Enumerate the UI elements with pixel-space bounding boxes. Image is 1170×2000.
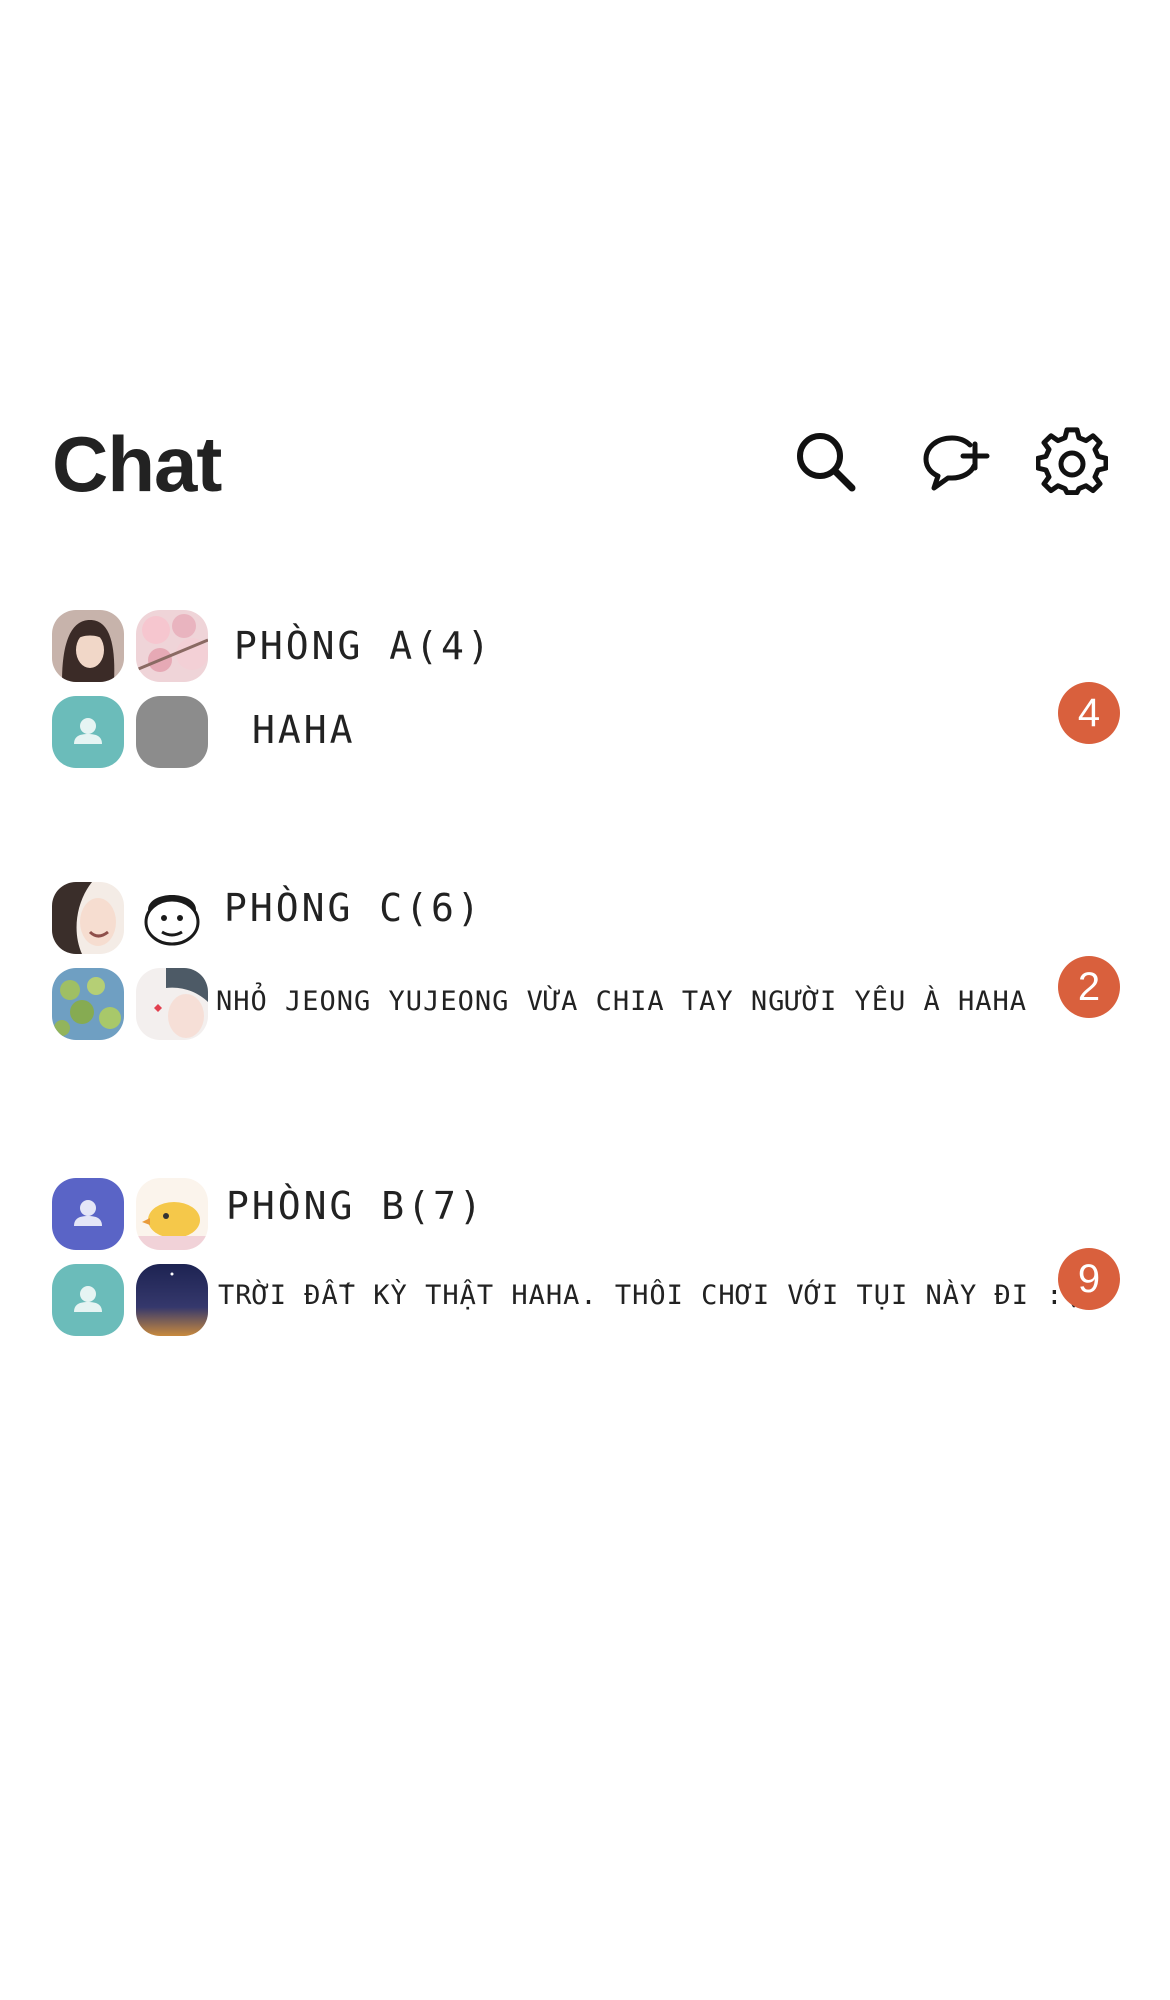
avatar-cartoon-face xyxy=(136,882,208,954)
avatar-night-sky xyxy=(136,1264,208,1336)
room-name: PHÒNG C(6) xyxy=(224,886,483,930)
page-title: Chat xyxy=(52,420,222,508)
avatar-smiling-girl xyxy=(52,882,124,954)
avatar-cherry-blossom xyxy=(136,610,208,682)
new-chat-icon[interactable] xyxy=(918,426,990,498)
avatar-default-user-indigo xyxy=(52,1178,124,1250)
chat-room-b[interactable]: PHÒNG B(7) TRỜI ĐẤT KỲ THẬT HAHA. THÔI C… xyxy=(40,1168,1130,1338)
avatar-default-user-teal xyxy=(52,696,124,768)
avatar-green-leaves xyxy=(52,968,124,1040)
avatar-default-user-teal xyxy=(52,1264,124,1336)
unread-badge: 4 xyxy=(1058,682,1120,744)
unread-badge: 2 xyxy=(1058,956,1120,1018)
gear-icon[interactable] xyxy=(1036,426,1108,498)
avatar-gray-placeholder xyxy=(136,696,208,768)
chat-room-a[interactable]: PHÒNG A(4) HAHA 4 xyxy=(40,600,1130,770)
room-name: PHÒNG A(4) xyxy=(234,624,493,668)
unread-badge: 9 xyxy=(1058,1248,1120,1310)
room-last-message: NHỎ JEONG YUJEONG VỪA CHIA TAY NGƯỜI YÊU… xyxy=(216,986,1028,1017)
room-name: PHÒNG B(7) xyxy=(226,1184,485,1228)
search-icon[interactable] xyxy=(790,426,862,498)
room-last-message: HAHA xyxy=(252,708,356,752)
room-last-message: TRỜI ĐẤT KỲ THẬT HAHA. THÔI CHƠI VỚI TỤI… xyxy=(218,1280,1081,1311)
avatar-boy-sketch xyxy=(136,968,208,1040)
chat-room-c[interactable]: PHÒNG C(6) NHỎ JEONG YUJEONG VỪA CHIA TA… xyxy=(40,872,1130,1042)
avatar-girl-portrait xyxy=(52,610,124,682)
avatar-yellow-chick xyxy=(136,1178,208,1250)
